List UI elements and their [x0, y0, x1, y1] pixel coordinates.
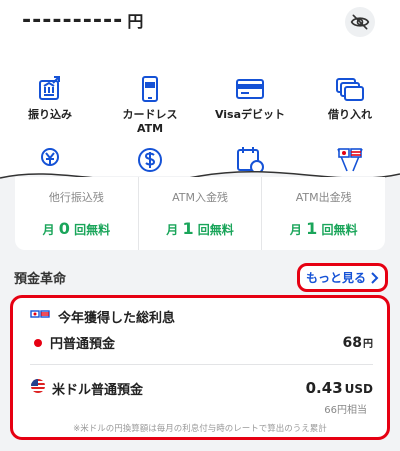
cards-stack-icon: [335, 74, 365, 104]
stat-label: ATM出金残: [295, 191, 352, 204]
balance-unit: 円: [127, 12, 144, 31]
balance-display: ---------- 円: [22, 8, 143, 33]
menu-loan-label: 借り入れ: [328, 108, 372, 121]
section-title: 預金革命: [14, 272, 67, 287]
phone-atm-icon: [135, 74, 165, 104]
stat-value: 月 1 回無料: [289, 219, 358, 238]
menu-cardless-atm[interactable]: カードレス ATM: [100, 74, 200, 136]
menu-visa-debit[interactable]: Visaデビット: [200, 74, 300, 136]
stat-value: 月 1 回無料: [166, 219, 234, 238]
usd-interest-value: 0.43 USD: [305, 379, 373, 397]
menu-loan[interactable]: 借り入れ: [300, 74, 400, 136]
footnote: ※米ドルの円換算額は毎月の利息付与時のレートで算出のうえ累計: [73, 424, 327, 434]
eye-off-icon: [350, 14, 370, 30]
balance-masked: ----------: [22, 8, 124, 33]
chevron-right-icon: [371, 271, 379, 284]
usd-deposit-name: 米ドル普通預金: [52, 382, 144, 398]
stat-atm-withdrawal: ATM出金残 月 1 回無料: [261, 177, 385, 250]
stat-label: ATM入金残: [172, 191, 228, 204]
japan-flag-icon: [30, 335, 46, 351]
yen-deposit-row: 円普通預金 68円: [30, 333, 373, 352]
divider: [30, 364, 373, 365]
card-title-text: 今年獲得した総利息: [58, 311, 176, 326]
see-more-label: もっと見る: [305, 271, 366, 285]
stat-label: 他行振込残: [48, 191, 104, 204]
us-flag-icon: [30, 378, 46, 398]
menu-visa-debit-label: Visaデビット: [214, 108, 286, 121]
yen-deposit-name: 円普通預金: [50, 337, 116, 352]
see-more-button[interactable]: もっと見る: [297, 263, 388, 292]
usd-yen-equivalent: 66円相当: [324, 405, 367, 416]
menu-transfer[interactable]: 振り込み: [0, 74, 100, 136]
menu-cardless-atm-label: カードレス ATM: [122, 108, 178, 135]
flags-icon: [30, 309, 50, 318]
stat-other-bank-transfer: 他行振込残 月 0 回無料: [15, 177, 138, 250]
card-title: 今年獲得した総利息: [30, 307, 175, 326]
stat-atm-deposit: ATM入金残 月 1 回無料: [137, 177, 262, 250]
bank-transfer-icon: [35, 74, 65, 104]
menu-transfer-label: 振り込み: [28, 108, 72, 121]
interest-summary-card[interactable]: 今年獲得した総利息 円普通預金 68円 米ドル普通預金 0.43 USD 66円相…: [10, 295, 390, 440]
stat-value: 月 0 回無料: [42, 219, 111, 238]
quick-menu-row: 振り込み カードレス ATM Visaデビット 借り入れ: [0, 74, 400, 136]
visa-card-icon: [235, 74, 265, 104]
usd-deposit-row: 米ドル普通預金 0.43 USD: [30, 378, 373, 398]
hide-balance-button[interactable]: [345, 7, 375, 37]
yen-interest-value: 68円: [342, 334, 373, 351]
free-count-card: 他行振込残 月 0 回無料 ATM入金残 月 1 回無料 ATM出金残 月 1 …: [15, 177, 385, 250]
